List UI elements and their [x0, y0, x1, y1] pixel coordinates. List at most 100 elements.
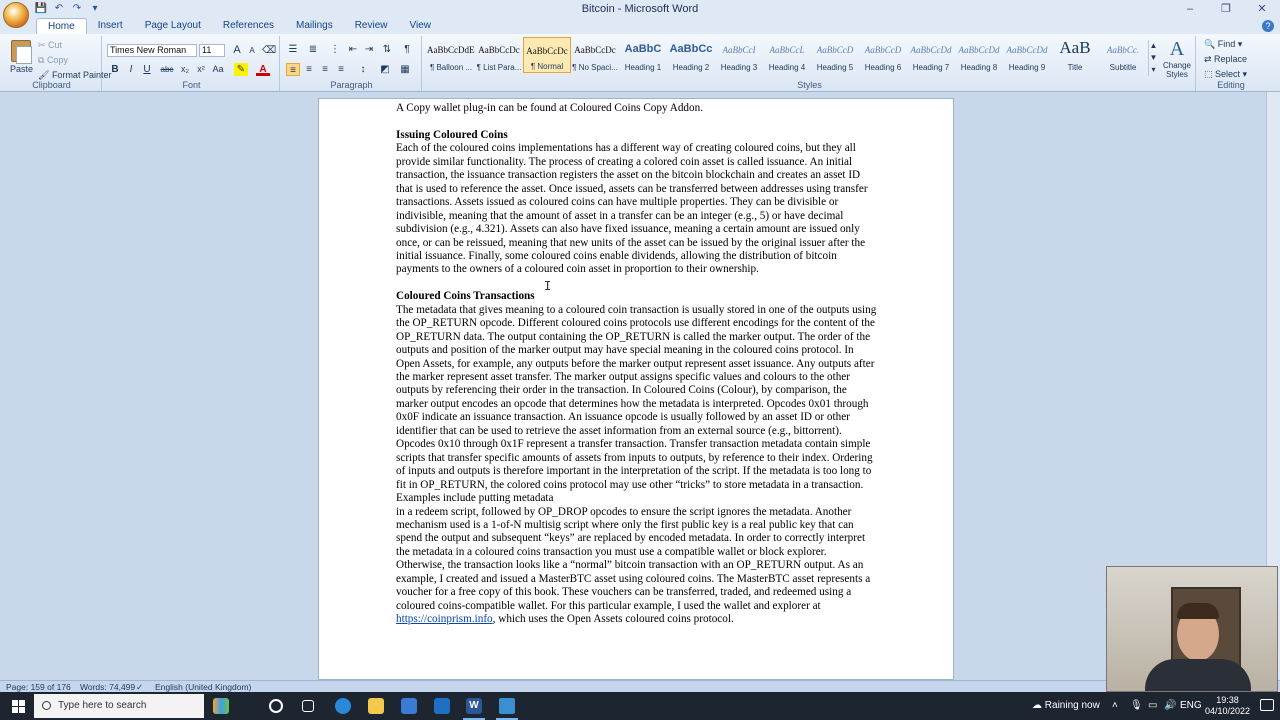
subscript-button[interactable]: x₂	[178, 63, 192, 76]
clear-formatting-icon[interactable]: ⌫	[262, 44, 276, 57]
windows-start-icon[interactable]	[12, 700, 26, 713]
mic-icon[interactable]: 🎙	[1130, 692, 1143, 720]
style-item[interactable]: AaBbCcDc ¶ Normal	[523, 37, 571, 73]
coinprism-link[interactable]: https://coinprism.info	[396, 613, 493, 625]
superscript-button[interactable]: x²	[194, 63, 208, 76]
style-item[interactable]: AaB Title	[1051, 37, 1099, 73]
underline-button[interactable]: U	[140, 63, 154, 76]
editing-group-label: Editing	[1217, 80, 1245, 90]
style-item[interactable]: AaBbCc Heading 2	[667, 37, 715, 73]
style-item[interactable]: AaBbC Heading 1	[619, 37, 667, 73]
cut-button[interactable]: ✂ Cut	[38, 40, 62, 51]
style-name: Heading 5	[816, 63, 854, 72]
style-item[interactable]: AaBbCcDd Heading 9	[1003, 37, 1051, 73]
style-preview: AaBbCc	[669, 43, 713, 55]
ribbon-tabs: Home Insert Page Layout References Maili…	[0, 18, 1280, 34]
tab-page-layout[interactable]: Page Layout	[134, 18, 212, 34]
widgets-icon[interactable]	[213, 698, 229, 714]
bold-button[interactable]: B	[108, 63, 122, 76]
help-icon[interactable]: ?	[1262, 20, 1274, 32]
minimize-button[interactable]: –	[1172, 0, 1208, 18]
strikethrough-button[interactable]: abc	[160, 63, 174, 76]
tab-home[interactable]: Home	[36, 18, 87, 34]
weather-label: Raining now	[1044, 700, 1100, 711]
shading-icon[interactable]: ◩	[378, 63, 392, 76]
keyboard-language[interactable]: ENG	[1180, 692, 1202, 720]
style-item[interactable]: AaBbCcL Heading 4	[763, 37, 811, 73]
style-item[interactable]: AaBbCcDc ¶ No Spaci...	[571, 37, 619, 73]
style-preview: AaBbCcDd	[910, 45, 952, 55]
system-clock[interactable]: 19:38 04/10/2022	[1205, 695, 1250, 717]
network-icon[interactable]: ▭	[1148, 692, 1157, 720]
paragraph-transactions: The metadata that gives meaning to a col…	[396, 303, 877, 505]
taskbar-search-input[interactable]: Type here to search	[34, 694, 204, 718]
notifications-icon[interactable]	[1260, 699, 1274, 711]
line-spacing-icon[interactable]: ↕	[356, 63, 370, 76]
align-center-icon[interactable]: ≡	[302, 63, 316, 76]
tab-view[interactable]: View	[399, 18, 443, 34]
font-color-icon[interactable]: A	[256, 63, 270, 76]
style-name: ¶ Normal	[530, 62, 564, 71]
paste-icon[interactable]	[11, 40, 32, 64]
volume-icon[interactable]: 🔊	[1164, 692, 1176, 720]
grow-font-button[interactable]: A	[230, 44, 244, 57]
word-count[interactable]: Words: 74,499	[80, 682, 135, 692]
justify-icon[interactable]: ≡	[334, 63, 348, 76]
replace-button[interactable]: ⇄ Replace	[1204, 54, 1247, 65]
style-item[interactable]: AaBbCc. Subtitle	[1099, 37, 1147, 73]
style-item[interactable]: AaBbCcD Heading 6	[859, 37, 907, 73]
mail-icon[interactable]	[434, 698, 450, 714]
tab-mailings[interactable]: Mailings	[285, 18, 344, 34]
style-item[interactable]: AaBbCcDdEe ¶ Balloon ...	[427, 37, 475, 73]
sort-icon[interactable]: ⇅	[380, 43, 394, 56]
close-button[interactable]: ✕	[1244, 0, 1280, 18]
numbering-icon[interactable]: ≣	[306, 43, 320, 56]
style-item[interactable]: AaBbCcDc ¶ List Para...	[475, 37, 523, 73]
find-button[interactable]: 🔍 Find ▾	[1204, 39, 1242, 50]
align-left-icon[interactable]: ≡	[286, 63, 300, 76]
tab-insert[interactable]: Insert	[87, 18, 134, 34]
paste-button[interactable]: Paste	[10, 64, 33, 74]
highlight-icon[interactable]: ✎	[234, 63, 248, 76]
style-item[interactable]: AaBbCcDd Heading 7	[907, 37, 955, 73]
snipping-tool-icon[interactable]	[499, 698, 515, 714]
edge-icon[interactable]	[335, 698, 351, 714]
tab-review[interactable]: Review	[344, 18, 399, 34]
style-name: Heading 9	[1008, 63, 1046, 72]
font-family-select[interactable]: Times New Roman	[107, 44, 197, 57]
tray-overflow-icon[interactable]: ˄	[1112, 692, 1118, 720]
cortana-icon[interactable]	[269, 699, 283, 713]
change-styles-button[interactable]: A Change Styles	[1162, 38, 1192, 82]
multilevel-list-icon[interactable]: ⋮	[328, 43, 342, 56]
style-preview: AaBbCc.	[1106, 45, 1140, 55]
style-item[interactable]: AaBbCcD Heading 5	[811, 37, 859, 73]
word-taskbar-icon[interactable]: W	[466, 698, 482, 714]
weather-widget[interactable]: ☁ Raining now	[1032, 692, 1100, 720]
styles-scroll[interactable]: ▲ ▼ ▾	[1148, 40, 1158, 76]
style-item[interactable]: AaBbCcI Heading 3	[715, 37, 763, 73]
paragraph-redeem-text: in a redeem script, followed by OP_DROP …	[396, 505, 871, 612]
decrease-indent-icon[interactable]: ⇤	[346, 43, 360, 56]
italic-button[interactable]: I	[124, 63, 138, 76]
document-body[interactable]: A Copy wallet plug-in can be found at Co…	[396, 102, 878, 627]
store-icon[interactable]	[401, 698, 417, 714]
increase-indent-icon[interactable]: ⇥	[362, 43, 376, 56]
change-case-button[interactable]: Aa	[211, 63, 225, 76]
style-item[interactable]: AaBbCcDd Heading 8	[955, 37, 1003, 73]
borders-icon[interactable]: ▦	[398, 63, 412, 76]
show-formatting-icon[interactable]: ¶	[400, 43, 414, 56]
tab-references[interactable]: References	[212, 18, 285, 34]
document-page[interactable]: A Copy wallet plug-in can be found at Co…	[318, 98, 954, 680]
file-explorer-icon[interactable]	[368, 698, 384, 714]
language-status[interactable]: English (United Kingdom)	[155, 682, 251, 692]
bullets-icon[interactable]: ☰	[286, 43, 300, 56]
page-count[interactable]: Page: 159 of 176	[6, 682, 71, 692]
task-view-icon[interactable]	[302, 700, 314, 712]
paragraph-redeem-end: , which uses the Open Assets coloured co…	[492, 613, 734, 626]
office-button[interactable]	[3, 2, 29, 28]
maximize-button[interactable]: ❐	[1208, 0, 1244, 18]
copy-button[interactable]: ⧉ Copy	[38, 55, 68, 66]
font-size-select[interactable]: 11	[199, 44, 225, 57]
align-right-icon[interactable]: ≡	[318, 63, 332, 76]
shrink-font-button[interactable]: A	[245, 44, 259, 57]
